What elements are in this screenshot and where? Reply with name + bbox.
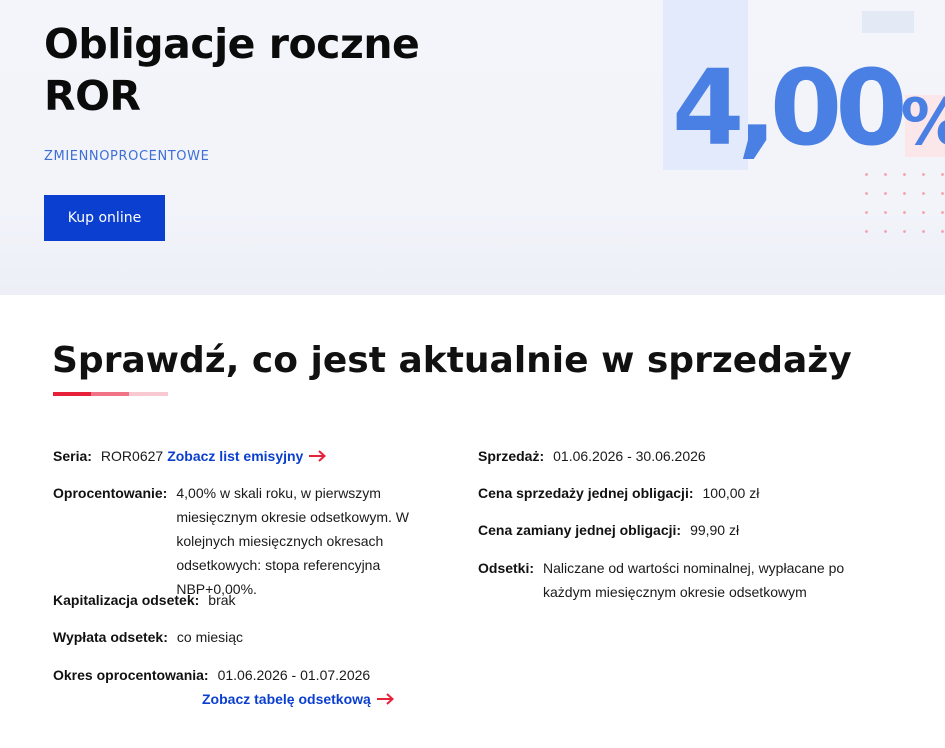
capitalization-label: Kapitalizacja odsetek:: [53, 592, 200, 608]
arrow-right-icon: [376, 693, 394, 705]
series-label: Seria:: [53, 448, 92, 464]
interest-accrual-value: Naliczane od wartości nominalnej, wypłac…: [543, 560, 845, 600]
interest-table-link-label: Zobacz tabelę odsetkową: [202, 691, 371, 707]
interest-accrual-row: Odsetki: Naliczane od wartości nominalne…: [478, 556, 898, 604]
exchange-row: Cena zamiany jednej obligacji: 99,90 zł: [478, 518, 739, 542]
section-title: Sprawdź, co jest aktualnie w sprzedaży: [52, 340, 852, 381]
series-value: ROR0627: [100, 448, 164, 464]
capitalization-row: Kapitalizacja odsetek: brak: [53, 588, 236, 612]
payout-value: co miesiąc: [176, 629, 244, 645]
sale-value: 01.06.2026 - 30.06.2026: [553, 448, 706, 464]
issue-letter-link-label: Zobacz list emisyjny: [167, 448, 304, 464]
capitalization-value: brak: [208, 592, 236, 608]
exchange-label: Cena zamiany jednej obligacji:: [478, 522, 682, 538]
exchange-value: 99,90 zł: [690, 522, 740, 538]
period-value: 01.06.2026 - 01.07.2026: [217, 667, 371, 683]
interest-accrual-label: Odsetki:: [478, 560, 535, 576]
decor-block: [862, 11, 914, 33]
price-label: Cena sprzedaży jednej obligacji:: [478, 485, 694, 501]
rate-percent-symbol: %: [901, 86, 945, 160]
interest-table-link[interactable]: Zobacz tabelę odsetkową: [202, 687, 394, 711]
interest-value: 4,00% w skali roku, w pierwszym miesięcz…: [176, 485, 409, 597]
hero-subtitle: ZMIENNOPROCENTOWE: [44, 149, 210, 164]
sale-row: Sprzedaż: 01.06.2026 - 30.06.2026: [478, 444, 706, 468]
price-row: Cena sprzedaży jednej obligacji: 100,00 …: [478, 481, 759, 505]
period-label: Okres oprocentowania:: [53, 667, 209, 683]
price-value: 100,00 zł: [702, 485, 760, 501]
interest-label: Oprocentowanie:: [53, 485, 168, 501]
rate-value: 4,00: [672, 47, 908, 169]
sale-label: Sprzedaż:: [478, 448, 545, 464]
interest-rate-display: 4,00%: [672, 48, 945, 183]
table-link-row: Zobacz tabelę odsetkową: [202, 687, 394, 711]
interest-row: Oprocentowanie: 4,00% w skali roku, w pi…: [53, 481, 458, 601]
period-row: Okres oprocentowania: 01.06.2026 - 01.07…: [53, 663, 370, 687]
hero-banner: Obligacje roczne ROR ZMIENNOPROCENTOWE K…: [0, 0, 945, 295]
section-underline: [53, 392, 168, 396]
series-row: Seria: ROR0627 Zobacz list emisyjny: [53, 444, 327, 468]
arrow-right-icon: [309, 450, 327, 462]
payout-label: Wypłata odsetek:: [53, 629, 168, 645]
page-title: Obligacje roczne ROR: [44, 20, 420, 120]
payout-row: Wypłata odsetek: co miesiąc: [53, 625, 243, 649]
issue-letter-link[interactable]: Zobacz list emisyjny: [167, 444, 327, 468]
buy-online-button[interactable]: Kup online: [44, 195, 165, 241]
